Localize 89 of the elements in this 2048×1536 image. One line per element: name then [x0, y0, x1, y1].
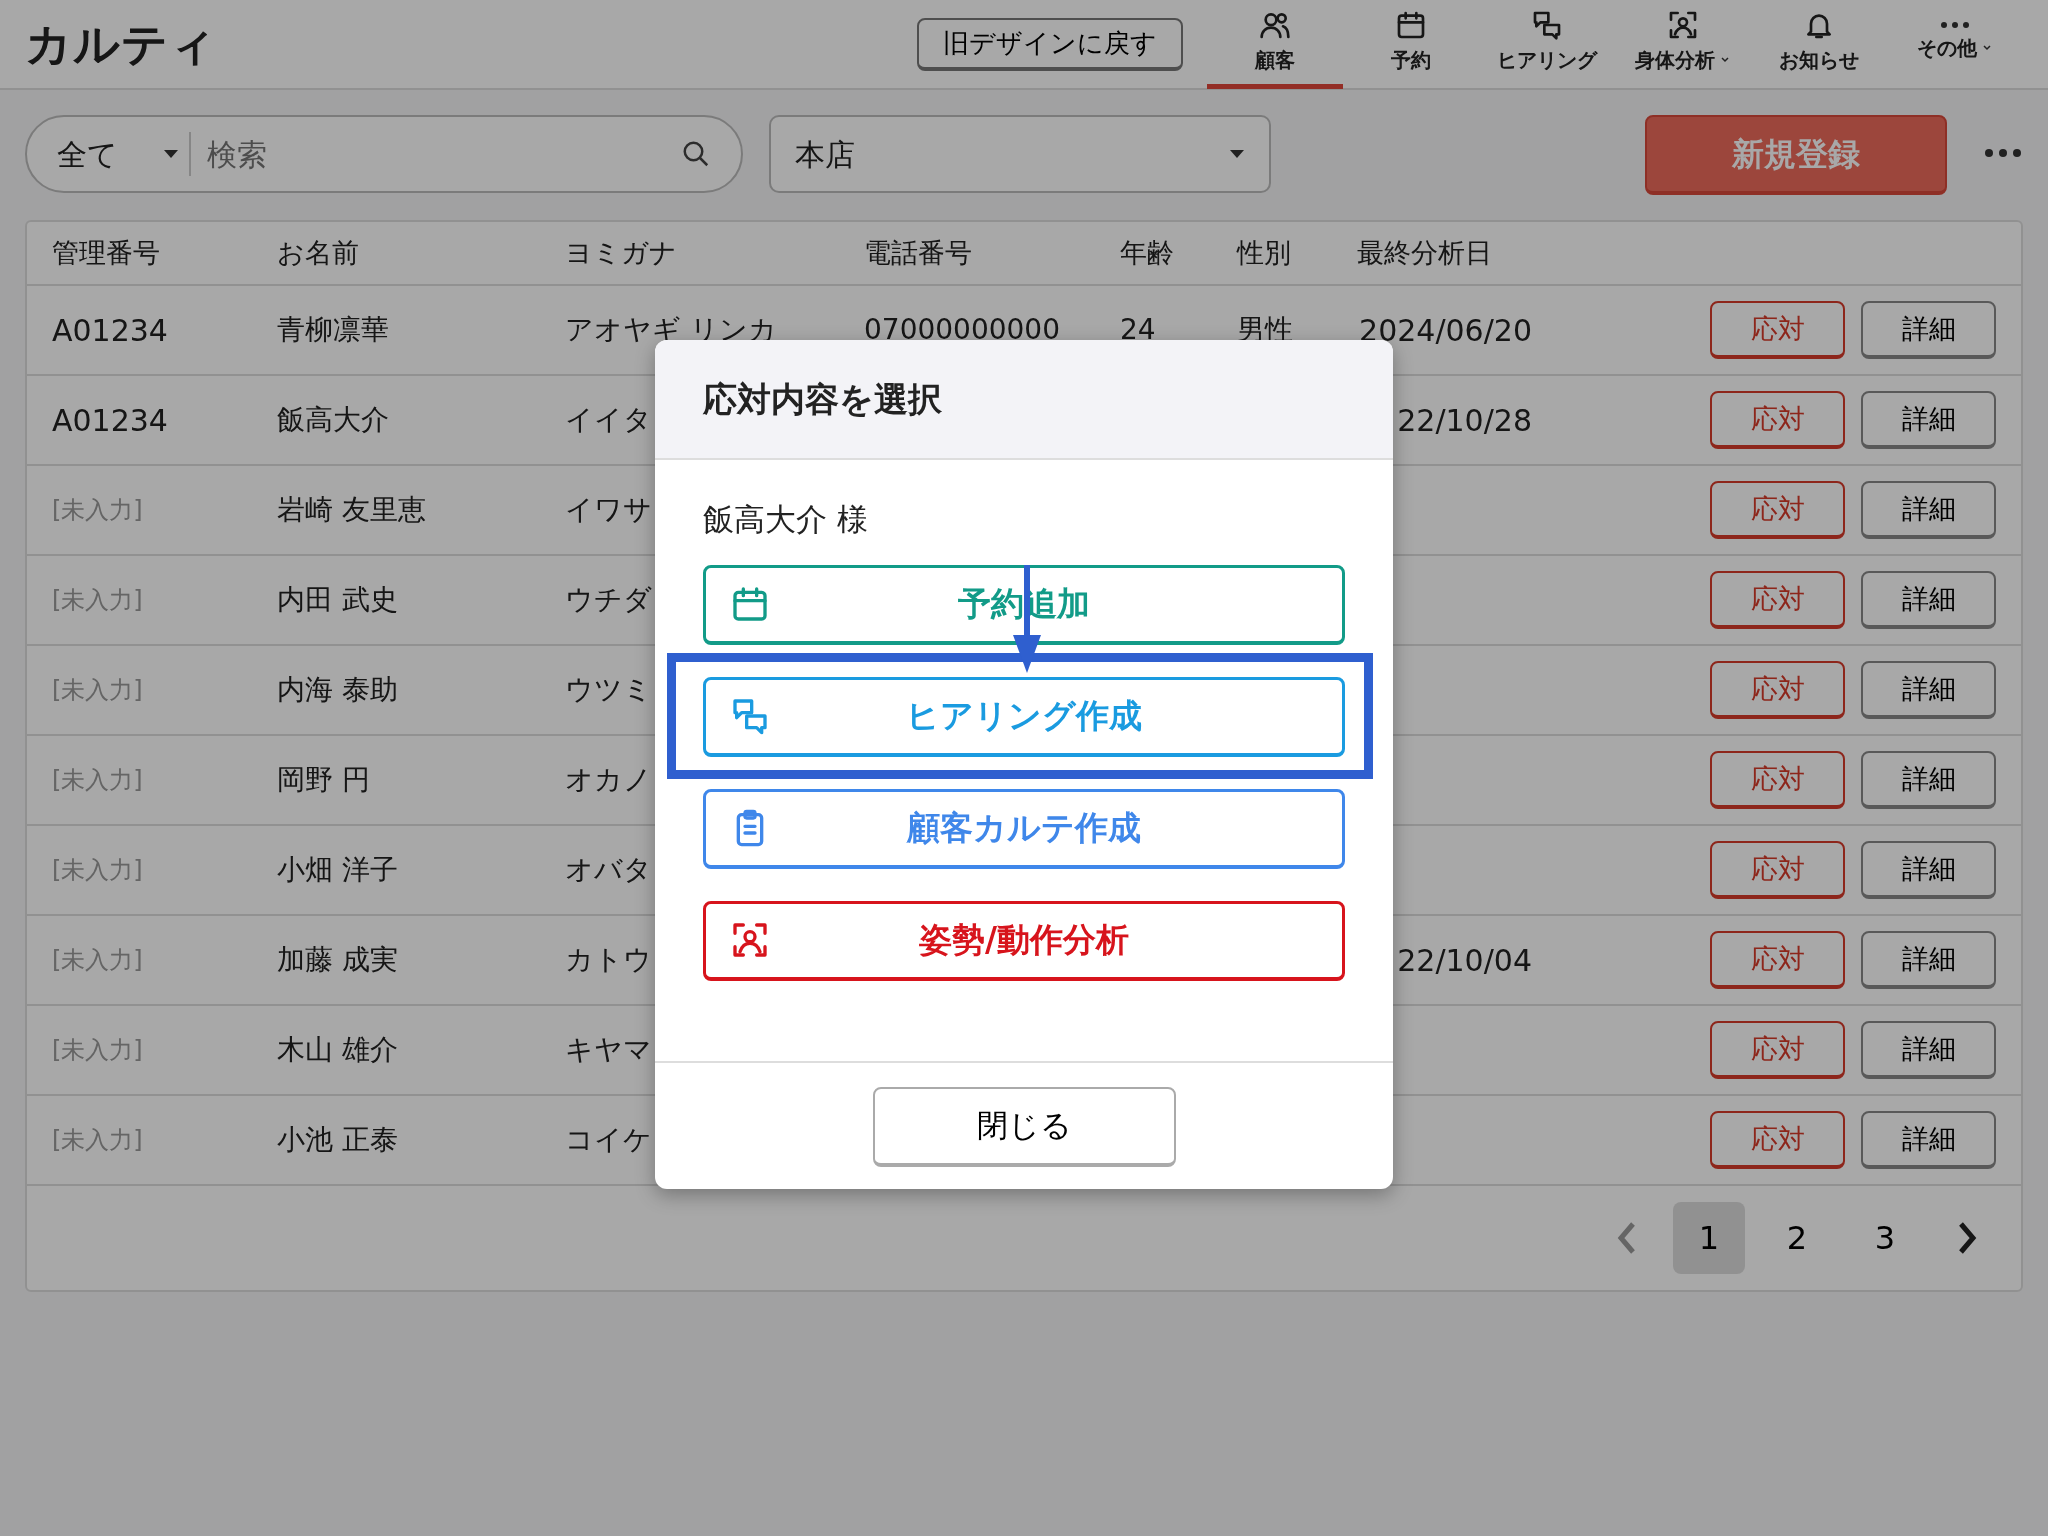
- column-header: 管理番号: [52, 236, 160, 268]
- close-button[interactable]: 閉じる: [872, 1086, 1176, 1167]
- table-cell: オバタ: [565, 853, 652, 886]
- caret-icon: [163, 149, 179, 159]
- table-cell: オカノ: [565, 763, 652, 796]
- more-icon[interactable]: [1983, 147, 2023, 159]
- dialog-action-button[interactable]: 姿勢/動作分析: [703, 900, 1345, 981]
- table-cell: 2024/06/20: [1359, 312, 1532, 348]
- search-field[interactable]: 検索: [191, 130, 681, 178]
- nav-tab[interactable]: 身体分析: [1615, 0, 1751, 89]
- column-header: 性別: [1237, 236, 1291, 268]
- dialog-title: 応対内容を選択: [703, 377, 942, 421]
- nav-tab[interactable]: 顧客: [1207, 0, 1343, 89]
- table-cell: イイタ: [565, 403, 652, 436]
- table-cell: 22/10/28: [1397, 402, 1532, 438]
- page-button[interactable]: 2: [1761, 1202, 1833, 1274]
- table-cell: 07000000000: [864, 313, 1060, 346]
- table-cell: [未入力]: [52, 1036, 143, 1064]
- detail-button[interactable]: 詳細: [1861, 571, 1996, 629]
- respond-button[interactable]: 応対: [1710, 571, 1845, 629]
- detail-button[interactable]: 詳細: [1861, 1111, 1996, 1169]
- table-cell: 岡野 円: [277, 763, 370, 796]
- table-cell: A01234: [52, 312, 168, 348]
- detail-button[interactable]: 詳細: [1861, 751, 1996, 809]
- dialog-action-button[interactable]: 顧客カルテ作成: [703, 788, 1345, 869]
- table-cell: 24: [1120, 313, 1156, 346]
- table-cell: [未入力]: [52, 586, 143, 614]
- table-cell: カトウ: [565, 943, 652, 976]
- table-cell: 岩崎 友里恵: [277, 493, 426, 526]
- column-header: 電話番号: [864, 236, 972, 268]
- table-cell: 内海 泰助: [277, 673, 398, 706]
- filter-dropdown[interactable]: 全て: [57, 132, 191, 176]
- table-cell: ウツミ: [565, 673, 652, 706]
- table-cell: [未入力]: [52, 946, 143, 974]
- search-bar[interactable]: 全て 検索: [25, 115, 743, 193]
- table-cell: [未入力]: [52, 766, 143, 794]
- store-dropdown[interactable]: 本店: [769, 115, 1271, 193]
- search-icon[interactable]: [681, 139, 711, 169]
- table-cell: [未入力]: [52, 856, 143, 884]
- detail-button[interactable]: 詳細: [1861, 481, 1996, 539]
- nav-tab[interactable]: その他: [1887, 0, 2023, 89]
- detail-button[interactable]: 詳細: [1861, 391, 1996, 449]
- app-logo: カルティ: [25, 15, 217, 73]
- table-cell: 内田 武史: [277, 583, 398, 616]
- detail-button[interactable]: 詳細: [1861, 661, 1996, 719]
- respond-button[interactable]: 応対: [1710, 1021, 1845, 1079]
- respond-button[interactable]: 応対: [1710, 391, 1845, 449]
- table-cell: 木山 雄介: [277, 1033, 398, 1066]
- table-cell: 加藤 成実: [277, 943, 398, 976]
- person-scan-icon: [730, 920, 770, 960]
- table-cell: イワサ: [565, 493, 652, 526]
- customer-name: 飯高大介 様: [703, 500, 868, 539]
- table-cell: 小畑 洋子: [277, 853, 398, 886]
- respond-button[interactable]: 応対: [1710, 301, 1845, 359]
- page-button[interactable]: 3: [1849, 1202, 1921, 1274]
- nav-tab[interactable]: ヒアリング: [1479, 0, 1615, 89]
- table-cell: 小池 正泰: [277, 1123, 398, 1156]
- respond-button[interactable]: 応対: [1710, 841, 1845, 899]
- table-cell: [未入力]: [52, 1126, 143, 1154]
- table-cell: 飯高大介: [277, 403, 389, 436]
- detail-button[interactable]: 詳細: [1861, 841, 1996, 899]
- caret-icon: [1229, 149, 1245, 159]
- column-header: 年齢: [1120, 236, 1174, 268]
- table-cell: A01234: [52, 402, 168, 438]
- table-cell: [未入力]: [52, 676, 143, 704]
- column-header: 最終分析日: [1357, 236, 1492, 268]
- column-header: お名前: [277, 236, 359, 268]
- respond-button[interactable]: 応対: [1710, 661, 1845, 719]
- speech-bubbles-icon: [730, 696, 770, 736]
- more-icon: [1940, 20, 1970, 29]
- respond-button[interactable]: 応対: [1710, 481, 1845, 539]
- nav-tab[interactable]: 予約: [1343, 0, 1479, 89]
- calendar-icon: [730, 584, 770, 624]
- page-button[interactable]: 1: [1673, 1202, 1745, 1274]
- table-cell: 22/10/04: [1397, 942, 1532, 978]
- table-cell: ウチダ: [565, 583, 652, 616]
- respond-button[interactable]: 応対: [1710, 751, 1845, 809]
- table-cell: 青柳凛華: [277, 313, 389, 346]
- table-cell: [未入力]: [52, 496, 143, 524]
- respond-button[interactable]: 応対: [1710, 931, 1845, 989]
- detail-button[interactable]: 詳細: [1861, 931, 1996, 989]
- legacy-design-button[interactable]: 旧デザインに戻す: [917, 17, 1183, 71]
- detail-button[interactable]: 詳細: [1861, 1021, 1996, 1079]
- respond-button[interactable]: 応対: [1710, 1111, 1845, 1169]
- nav-tab[interactable]: お知らせ: [1751, 0, 1887, 89]
- table-cell: キヤマ: [565, 1033, 652, 1066]
- detail-button[interactable]: 詳細: [1861, 301, 1996, 359]
- column-header: ヨミガナ: [565, 236, 677, 268]
- table-cell: コイケ: [565, 1123, 652, 1156]
